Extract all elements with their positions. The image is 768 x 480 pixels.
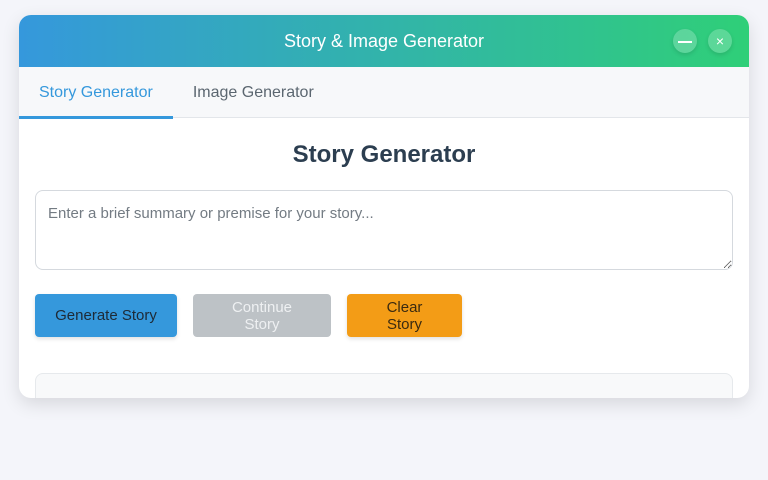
story-output — [35, 373, 733, 398]
action-buttons: Generate Story Continue Story Clear Stor… — [35, 294, 733, 337]
page-title: Story Generator — [292, 141, 476, 168]
close-icon: × — [715, 33, 725, 49]
minimize-icon — [678, 41, 692, 43]
continue-story-button[interactable]: Continue Story — [193, 294, 331, 337]
close-button[interactable]: × — [708, 29, 732, 53]
story-prompt-input[interactable] — [35, 190, 733, 270]
clear-story-button[interactable]: Clear Story — [347, 294, 462, 337]
app-window: Story & Image Generator × Story Generato… — [19, 15, 749, 398]
tab-story-generator[interactable]: Story Generator — [19, 67, 173, 119]
tab-bar: Story Generator Image Generator — [19, 67, 749, 119]
minimize-button[interactable] — [673, 29, 697, 53]
story-panel: Story Generator Generate Story Continue … — [19, 140, 749, 398]
tab-image-generator[interactable]: Image Generator — [173, 67, 334, 118]
window-title: Story & Image Generator — [283, 30, 485, 51]
title-bar: Story & Image Generator × — [19, 15, 749, 67]
generate-story-button[interactable]: Generate Story — [35, 294, 177, 337]
